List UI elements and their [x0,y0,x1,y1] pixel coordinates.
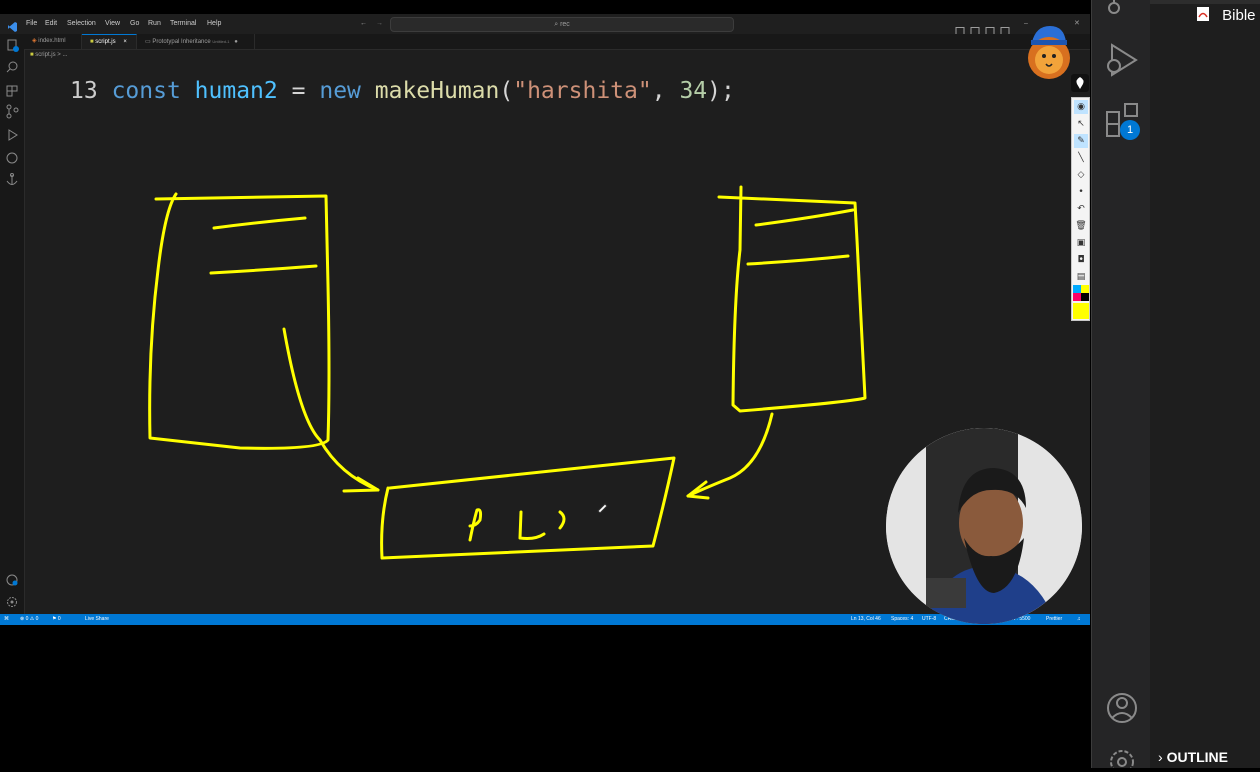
encoding-status[interactable]: UTF-8 [922,614,936,625]
close-window-button[interactable]: ✕ [1074,14,1080,34]
source-control-icon[interactable] [1108,0,1120,14]
comma: , [651,78,666,104]
outline-label: OUTLINE [1166,749,1229,765]
color-palette[interactable] [1073,285,1089,301]
menu-go[interactable]: Go [130,14,139,34]
status-bar: ⌘ ⊗ 0 ⚠ 0 ⚑ 0 Live Share Ln 13, Col 46 S… [0,614,1090,625]
line-tool-icon[interactable]: ╲ [1074,151,1088,165]
tab-index-html[interactable]: ◈ index.html [24,34,82,49]
back-arrow-icon[interactable]: ← [360,14,367,34]
variable-human2: human2 [194,78,278,104]
operator-assign: = [291,78,306,104]
cursor-position[interactable]: Ln 13, Col 46 [851,614,881,625]
clipboard-icon[interactable]: ▤ [1074,270,1088,284]
paren-open: ( [499,78,514,104]
anchor-icon[interactable] [6,173,18,186]
layout-controls[interactable] [955,20,1011,35]
code-line-13[interactable]: 13 const human2 = new makeHuman("harshit… [70,74,735,108]
menu-edit[interactable]: Edit [45,14,57,34]
indentation-status[interactable]: Spaces: 4 [891,614,913,625]
camera-icon[interactable]: ◘ [1074,253,1088,267]
menu-run[interactable]: Run [148,14,161,34]
search-icon[interactable] [6,61,18,73]
problems-status[interactable]: ⊗ 0 ⚠ 0 [20,614,38,625]
menu-view[interactable]: View [105,14,120,34]
webcam-overlay [886,428,1082,624]
outline-section-header[interactable]: › OUTLINE [1158,747,1228,767]
account-icon[interactable] [6,574,18,586]
paren-close: ); [707,78,735,104]
function-makehuman: makeHuman [374,78,500,104]
keyword-new: new [319,78,361,104]
settings-icon[interactable] [1110,750,1134,772]
undo-icon[interactable]: ↶ [1074,202,1088,216]
extensions-icon[interactable] [6,85,18,97]
trash-icon[interactable]: 🗑 [1074,219,1088,233]
activity-bar [0,34,25,614]
keyword-const: const [111,78,181,104]
prettier-status[interactable]: Prettier [1046,614,1062,625]
eraser-icon[interactable]: ◇ [1074,168,1088,182]
dot-size-icon[interactable]: • [1074,185,1088,199]
editor-tabs: ◈ index.html ■ script.js × ▭ Prototypal … [24,34,1090,50]
menu-selection[interactable]: Selection [67,14,96,34]
command-center-text: rec [560,21,570,28]
close-tab-icon[interactable]: × [123,39,127,45]
tab-prototypal-inheritance[interactable]: ▭ Prototypal Inheritance Untitled-1 ● [137,34,255,49]
highlighter-icon[interactable]: ✎ [1074,134,1088,148]
menu-help[interactable]: Help [207,14,221,34]
unsaved-dot-icon[interactable]: ● [234,39,238,45]
forward-arrow-icon[interactable]: → [376,14,383,34]
pen-cursor-icon [596,498,608,514]
side-panel [1150,0,1260,768]
eye-icon[interactable]: ◉ [1074,100,1088,114]
pdf-icon [1196,6,1210,22]
remote-status-icon[interactable]: ⌘ [4,614,9,625]
ports-status[interactable]: ⚑ 0 [52,614,61,625]
title-bar: File Edit Selection View Go Run Terminal… [0,14,1090,35]
menu-terminal[interactable]: Terminal [170,14,196,34]
tab-label: script.js [95,39,116,45]
active-color-swatch[interactable] [1073,303,1089,319]
settings-icon[interactable] [7,597,17,607]
live-share-status[interactable]: Live Share [85,614,109,625]
string-literal: "harshita" [513,78,652,104]
breadcrumb-text: script.js > ... [35,52,68,58]
vscode-logo-icon [6,18,18,32]
lion-mascot-icon [1026,22,1072,84]
explorer-icon[interactable] [7,39,19,52]
tab-detail: Untitled-1 [212,39,230,44]
annotation-toolbar: ◉ ↖ ✎ ╲ ◇ • ↶ 🗑 ▣ ◘ ▤ [1071,97,1090,321]
bible-file-label: Bible [1222,7,1256,24]
number-literal: 34 [679,78,708,104]
menu-file[interactable]: File [26,14,37,34]
line-number: 13 [70,78,98,104]
breadcrumb[interactable]: ■ script.js > ... [30,49,67,61]
extensions-badge: 1 [1120,120,1140,140]
tab-script-js[interactable]: ■ script.js × [82,34,137,49]
pen-tool-icon[interactable] [1071,74,1089,92]
chevron-right-icon: › [1158,749,1163,765]
run-debug-icon[interactable] [8,129,18,141]
whiteboard-icon[interactable]: ▣ [1074,236,1088,250]
bible-file-item[interactable]: Bible [1196,6,1256,26]
panel-top-edge [1150,0,1260,4]
account-icon[interactable] [1107,693,1137,723]
remote-icon[interactable] [6,152,18,164]
source-control-icon[interactable] [6,104,19,119]
run-debug-icon[interactable] [1107,43,1138,77]
tab-label: Prototypal Inheritance [152,39,211,45]
notifications-icon[interactable]: ♫ [1077,614,1081,625]
tab-label: index.html [38,38,66,44]
command-center-search[interactable]: ⌕ rec [390,17,734,32]
cursor-arrow-icon[interactable]: ↖ [1074,117,1088,131]
secondary-activity-bar [1091,0,1151,772]
